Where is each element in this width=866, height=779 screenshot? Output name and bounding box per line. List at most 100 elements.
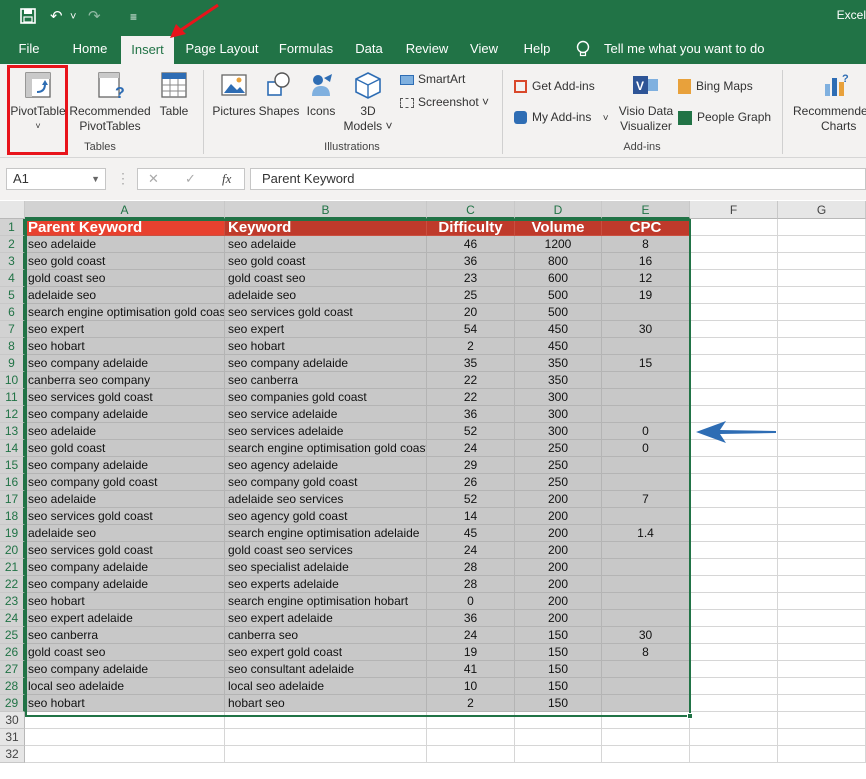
cell[interactable] [602, 338, 690, 355]
cell[interactable]: search engine optimisation gold coast [225, 440, 427, 457]
icons-button[interactable]: Icons [302, 70, 340, 119]
cell[interactable] [778, 712, 866, 729]
cell[interactable] [25, 729, 225, 746]
cell[interactable]: seo hobart [25, 338, 225, 355]
cell[interactable] [690, 712, 778, 729]
cell[interactable]: search engine optimisation hobart [225, 593, 427, 610]
cell[interactable] [602, 457, 690, 474]
cell[interactable]: search engine optimisation adelaide [225, 525, 427, 542]
cell[interactable]: seo hobart [25, 593, 225, 610]
my-addins-button[interactable]: My Add-ins ˅ [514, 109, 609, 127]
cell[interactable]: seo gold coast [25, 440, 225, 457]
cell[interactable]: 52 [427, 423, 515, 440]
recommended-charts-button[interactable]: ? Recommended Charts [790, 70, 866, 134]
cell[interactable] [778, 270, 866, 287]
cell[interactable]: 8 [602, 644, 690, 661]
cell[interactable]: 36 [427, 253, 515, 270]
cell[interactable]: 0 [602, 423, 690, 440]
cell[interactable] [690, 610, 778, 627]
cell[interactable]: 2 [427, 695, 515, 712]
row-header[interactable]: 16 [0, 474, 25, 491]
row-header[interactable]: 22 [0, 576, 25, 593]
header-cell[interactable]: CPC [602, 219, 690, 236]
cell[interactable] [690, 219, 778, 236]
header-cell[interactable]: Volume [515, 219, 602, 236]
cell[interactable] [602, 474, 690, 491]
cell[interactable] [25, 746, 225, 763]
tab-file[interactable]: File [8, 34, 50, 64]
cell[interactable] [515, 746, 602, 763]
cell[interactable]: 800 [515, 253, 602, 270]
cell[interactable]: 300 [515, 406, 602, 423]
row-header[interactable]: 30 [0, 712, 25, 729]
cell[interactable]: 500 [515, 287, 602, 304]
row-header[interactable]: 5 [0, 287, 25, 304]
cell[interactable]: 1200 [515, 236, 602, 253]
cell[interactable] [778, 627, 866, 644]
cell[interactable]: seo expert adelaide [225, 610, 427, 627]
cell[interactable]: adelaide seo [25, 525, 225, 542]
cell[interactable]: local seo adelaide [25, 678, 225, 695]
cell[interactable]: seo services gold coast [25, 542, 225, 559]
cell[interactable]: 200 [515, 508, 602, 525]
cell[interactable]: 30 [602, 627, 690, 644]
cell[interactable]: seo agency gold coast [225, 508, 427, 525]
cell[interactable] [225, 746, 427, 763]
cell[interactable]: 25 [427, 287, 515, 304]
cell[interactable] [602, 304, 690, 321]
cell[interactable]: seo service adelaide [225, 406, 427, 423]
table-button[interactable]: Table [154, 70, 194, 119]
cell[interactable]: 19 [602, 287, 690, 304]
cell[interactable] [778, 440, 866, 457]
header-cell[interactable]: Keyword [225, 219, 427, 236]
cell[interactable]: gold coast seo [225, 270, 427, 287]
cell[interactable] [778, 253, 866, 270]
cell[interactable] [602, 661, 690, 678]
cell[interactable]: seo agency adelaide [225, 457, 427, 474]
row-header[interactable]: 29 [0, 695, 25, 712]
cell[interactable] [778, 525, 866, 542]
cell[interactable]: 350 [515, 355, 602, 372]
customize-toolbar-icon[interactable]: ≡ [130, 8, 137, 26]
cell[interactable]: 35 [427, 355, 515, 372]
cell[interactable]: seo companies gold coast [225, 389, 427, 406]
cell[interactable] [778, 287, 866, 304]
cell[interactable]: seo gold coast [25, 253, 225, 270]
cell[interactable]: seo consultant adelaide [225, 661, 427, 678]
cell[interactable] [690, 644, 778, 661]
bing-maps-button[interactable]: Bing Maps [678, 78, 753, 95]
cell[interactable] [602, 729, 690, 746]
cell[interactable] [778, 678, 866, 695]
shapes-button[interactable]: Shapes [257, 70, 301, 119]
cell[interactable] [778, 423, 866, 440]
cell[interactable]: 8 [602, 236, 690, 253]
cell[interactable] [778, 474, 866, 491]
cell[interactable]: seo adelaide [25, 423, 225, 440]
row-header[interactable]: 8 [0, 338, 25, 355]
row-header[interactable]: 28 [0, 678, 25, 695]
cell[interactable]: seo adelaide [225, 236, 427, 253]
cell[interactable] [602, 610, 690, 627]
cell[interactable]: seo specialist adelaide [225, 559, 427, 576]
cell[interactable]: seo gold coast [225, 253, 427, 270]
cell[interactable]: seo adelaide [25, 491, 225, 508]
cell[interactable]: 250 [515, 474, 602, 491]
cell[interactable]: 15 [602, 355, 690, 372]
get-addins-button[interactable]: Get Add-ins [514, 78, 595, 94]
cell[interactable] [690, 525, 778, 542]
cell[interactable] [778, 321, 866, 338]
cell[interactable] [690, 304, 778, 321]
tab-home[interactable]: Home [66, 34, 114, 64]
cell[interactable]: canberra seo company [25, 372, 225, 389]
row-header[interactable]: 1 [0, 219, 25, 236]
cell[interactable]: 250 [515, 457, 602, 474]
cell[interactable] [778, 661, 866, 678]
cell[interactable]: 200 [515, 593, 602, 610]
row-header[interactable]: 19 [0, 525, 25, 542]
cell[interactable] [515, 712, 602, 729]
people-graph-button[interactable]: People Graph [678, 109, 771, 125]
cell[interactable] [778, 219, 866, 236]
cell[interactable]: 200 [515, 610, 602, 627]
cell[interactable] [690, 559, 778, 576]
screenshot-button[interactable]: Screenshot ˅ [400, 94, 489, 110]
